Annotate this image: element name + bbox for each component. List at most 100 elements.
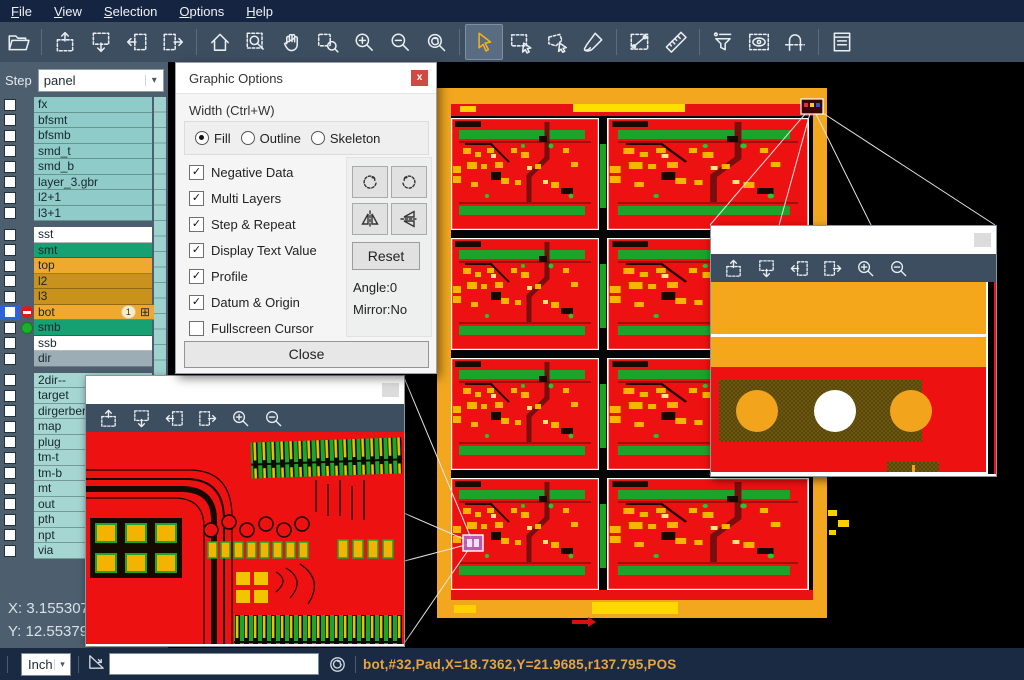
layer-indicator[interactable]: [20, 419, 34, 435]
filter-button[interactable]: [705, 25, 741, 59]
layer-visibility-checkbox[interactable]: [0, 497, 20, 513]
menu-view[interactable]: View: [43, 2, 93, 21]
layer-name[interactable]: top: [34, 258, 152, 274]
layer-indicator[interactable]: [20, 97, 34, 113]
layer-visibility-checkbox[interactable]: [0, 543, 20, 559]
layer-visibility-checkbox[interactable]: [0, 274, 20, 290]
dialog-title-bar[interactable]: Graphic Options x: [176, 63, 436, 94]
snap-loop-button[interactable]: [777, 25, 813, 59]
layer-name[interactable]: l2: [34, 274, 152, 290]
layer-indicator[interactable]: [20, 404, 34, 420]
pan-left-button[interactable]: [119, 25, 155, 59]
zoom-previous-button[interactable]: [418, 25, 454, 59]
layer-indicator[interactable]: [20, 512, 34, 528]
layer-name[interactable]: fx: [34, 97, 152, 113]
grid-icon[interactable]: ⊞: [140, 305, 150, 319]
layer-visibility-checkbox[interactable]: [0, 227, 20, 243]
radio-fill[interactable]: Fill: [195, 131, 231, 146]
layer-visibility-checkbox[interactable]: [0, 351, 20, 367]
layer-indicator[interactable]: [20, 528, 34, 544]
radio-outline[interactable]: Outline: [241, 131, 301, 146]
layer-name[interactable]: l3: [34, 289, 152, 305]
layer-visibility-checkbox[interactable]: [0, 289, 20, 305]
layer-name[interactable]: dir: [34, 351, 152, 367]
layer-visibility-checkbox[interactable]: [0, 97, 20, 113]
layer-indicator[interactable]: [20, 206, 34, 222]
ruler-button[interactable]: [658, 25, 694, 59]
home-view-button[interactable]: [202, 25, 238, 59]
layer-indicator[interactable]: [20, 113, 34, 129]
flip-vertical-button[interactable]: [391, 203, 427, 235]
layer-indicator[interactable]: [20, 274, 34, 290]
layer-indicator[interactable]: [20, 227, 34, 243]
clean-brush-button[interactable]: [575, 25, 611, 59]
layer-visibility-checkbox[interactable]: [0, 320, 20, 336]
pan-down-button[interactable]: [83, 25, 119, 59]
rotate-cw-button[interactable]: [352, 166, 388, 198]
checkbox-datum-origin[interactable]: ✓Datum & Origin: [189, 289, 349, 315]
layer-row-bfsmt[interactable]: bfsmt: [0, 113, 152, 129]
layer-indicator[interactable]: [20, 497, 34, 513]
report-button[interactable]: [824, 25, 860, 59]
layer-name[interactable]: l3+1: [34, 206, 152, 222]
layer-indicator[interactable]: [20, 435, 34, 451]
layer-indicator[interactable]: [20, 320, 34, 336]
layer-visibility-checkbox[interactable]: [0, 128, 20, 144]
pan-hand-button[interactable]: [274, 25, 310, 59]
pan-right-button[interactable]: [155, 25, 191, 59]
magnifier-window-detail[interactable]: [85, 375, 405, 647]
layer-visibility-checkbox[interactable]: [0, 175, 20, 191]
layer-indicator[interactable]: [20, 159, 34, 175]
layer-name[interactable]: bot: [34, 305, 157, 321]
layer-row-smb[interactable]: smb: [0, 320, 152, 336]
rotate-ccw-button[interactable]: [391, 166, 427, 198]
layer-row-sst[interactable]: sst: [0, 227, 152, 243]
apply-refresh-icon[interactable]: [327, 654, 348, 675]
zoom-in-button[interactable]: [849, 255, 882, 281]
menu-help[interactable]: Help: [235, 2, 284, 21]
layer-row-l3+1[interactable]: l3+1: [0, 206, 152, 222]
zoom-out-button[interactable]: [257, 405, 290, 431]
menu-file[interactable]: File: [0, 2, 43, 21]
layer-row-ssb[interactable]: ssb: [0, 336, 152, 352]
layer-name[interactable]: layer_3.gbr: [34, 175, 152, 191]
zoom-out-button[interactable]: [882, 255, 915, 281]
layer-row-bot[interactable]: bot1⊞: [0, 305, 152, 321]
magnifier-content-pcb-detail[interactable]: [86, 432, 404, 644]
magnifier-title-bar[interactable]: [711, 226, 996, 254]
radio-skeleton[interactable]: Skeleton: [311, 131, 381, 146]
layer-indicator[interactable]: [20, 258, 34, 274]
layer-row-fx[interactable]: fx: [0, 97, 152, 113]
layer-row-dir[interactable]: dir: [0, 351, 152, 367]
layer-visibility-checkbox[interactable]: [0, 258, 20, 274]
magnifier-title-bar[interactable]: [86, 376, 404, 404]
pan-left-button[interactable]: [158, 405, 191, 431]
layer-name[interactable]: smb: [34, 320, 152, 336]
layer-row-layer_3.gbr[interactable]: layer_3.gbr: [0, 175, 152, 191]
layer-indicator[interactable]: [20, 175, 34, 191]
layer-visibility-checkbox[interactable]: [0, 404, 20, 420]
layer-indicator[interactable]: [20, 243, 34, 259]
checkbox-profile[interactable]: ✓Profile: [189, 263, 349, 289]
unit-select[interactable]: Inch ▾: [21, 653, 71, 676]
window-menu-button[interactable]: [974, 233, 991, 247]
pan-up-button[interactable]: [47, 25, 83, 59]
zoom-in-button[interactable]: [346, 25, 382, 59]
magnifier-content-panel-corner[interactable]: [711, 282, 996, 474]
layer-indicator[interactable]: [20, 128, 34, 144]
view-box-button[interactable]: [741, 25, 777, 59]
layer-name[interactable]: smd_t: [34, 144, 152, 160]
layer-indicator[interactable]: [20, 144, 34, 160]
pan-right-button[interactable]: [816, 255, 849, 281]
layer-indicator[interactable]: [20, 373, 34, 389]
layer-visibility-checkbox[interactable]: [0, 243, 20, 259]
close-button[interactable]: Close: [184, 341, 429, 368]
layer-visibility-checkbox[interactable]: [0, 190, 20, 206]
layer-visibility-checkbox[interactable]: [0, 466, 20, 482]
layer-indicator[interactable]: [20, 336, 34, 352]
checkbox-multi-layers[interactable]: ✓Multi Layers: [189, 185, 349, 211]
layer-visibility-checkbox[interactable]: [0, 373, 20, 389]
layer-row-bfsmb[interactable]: bfsmb: [0, 128, 152, 144]
zoom-window-button[interactable]: [238, 25, 274, 59]
layer-indicator[interactable]: [20, 351, 34, 367]
